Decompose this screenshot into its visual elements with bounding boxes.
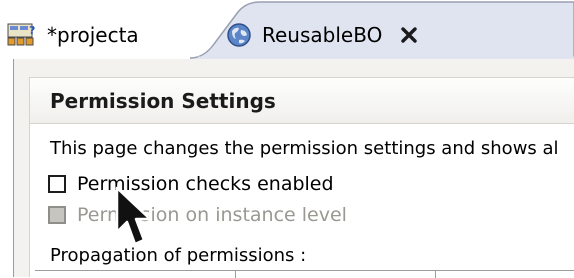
editor-tab-bar: ? *projecta ReusableBO bbox=[0, 0, 574, 60]
section-title: Permission Settings bbox=[29, 77, 574, 123]
svg-text:?: ? bbox=[29, 24, 35, 37]
globe-icon bbox=[227, 23, 251, 47]
permissions-table[interactable] bbox=[35, 270, 574, 278]
propagation-label: Propagation of permissions : bbox=[50, 245, 307, 266]
section-body: This page changes the permission setting… bbox=[29, 123, 574, 277]
mouse-pointer-icon bbox=[115, 186, 152, 246]
instance-level-checkbox bbox=[48, 206, 66, 224]
section-description: This page changes the permission setting… bbox=[50, 138, 559, 159]
tab-reusablebo[interactable]: ReusableBO bbox=[226, 12, 420, 58]
tab-label: *projecta bbox=[47, 23, 139, 47]
close-icon bbox=[401, 27, 418, 43]
close-tab-button[interactable] bbox=[398, 24, 420, 46]
editor-area: Permission Settings This page changes th… bbox=[13, 59, 574, 277]
instance-level-checkbox-row: Permission on instance level bbox=[48, 204, 347, 226]
permission-checks-checkbox-row[interactable]: Permission checks enabled bbox=[48, 173, 334, 195]
permission-checks-checkbox[interactable] bbox=[48, 175, 66, 193]
project-icon: ? bbox=[7, 23, 35, 46]
tab-label: ReusableBO bbox=[262, 23, 383, 47]
tab-projecta[interactable]: ? *projecta bbox=[0, 12, 226, 58]
